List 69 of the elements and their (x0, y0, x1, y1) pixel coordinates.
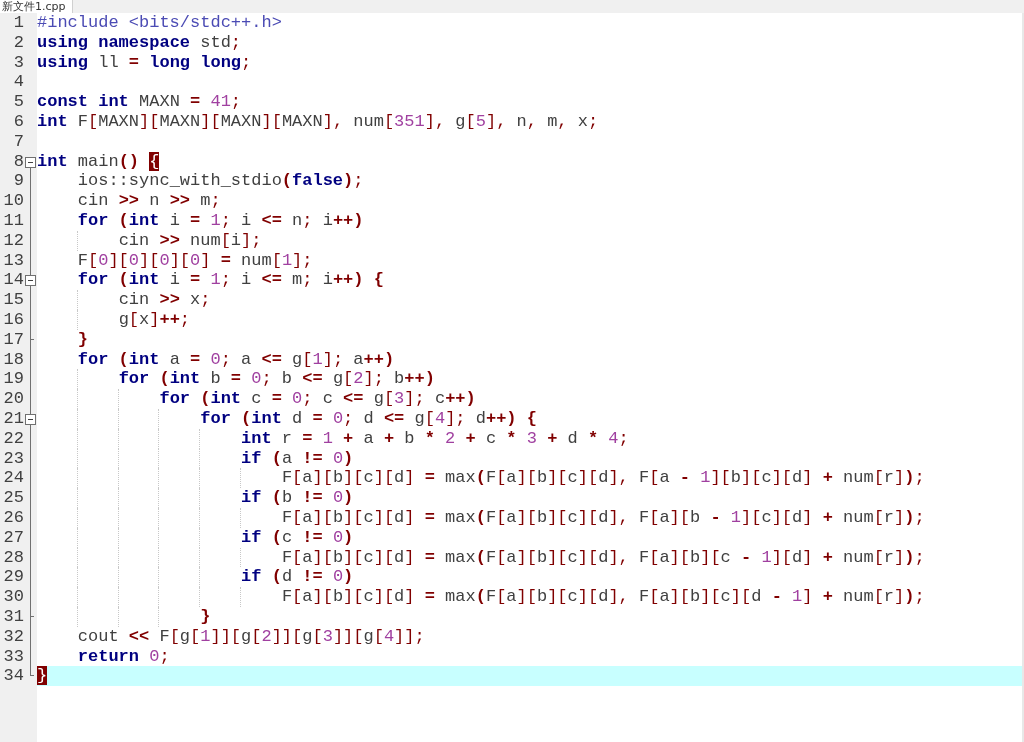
line-number: 33 (2, 646, 24, 667)
code-line: for (int d = 0; d <= g[4]; d++) { (37, 408, 537, 429)
line-number: 19 (2, 369, 24, 390)
line-number: 3 (12, 52, 24, 73)
line-number: 16 (2, 309, 24, 330)
code-line: cin >> num[i]; (37, 230, 262, 251)
code-line: F[a][b][c][d] = max(F[a][b][c][d], F[a][b - 1][c][d] + num[r]); (37, 507, 925, 528)
code-line: F[a][b][c][d] = max(F[a][b][c][d], F[a - 1][b][c][d] + num[r]); (37, 468, 925, 489)
code-line: for (int i = 1; i <= m; i++) { (76, 270, 384, 291)
line-number: 8 (12, 151, 24, 172)
code-line: F[0][0][0][0] = num[1]; (76, 250, 313, 271)
line-number: 20 (2, 389, 24, 409)
line-number: 4 (12, 72, 24, 93)
line-number: 10 (2, 191, 24, 211)
line-number: 34 (2, 666, 24, 687)
line-number: 7 (12, 131, 24, 152)
line-number: 24 (2, 468, 24, 489)
code-line: const int MAXN = 41; (37, 92, 242, 112)
line-number: 6 (12, 112, 24, 132)
line-number: 5 (12, 92, 24, 112)
code-line: #include <bits/stdc++.h> (37, 13, 282, 33)
line-number: 15 (2, 290, 24, 310)
code-line: if (a != 0) (37, 448, 354, 469)
code-line: F[a][b][c][d] = max(F[a][b][c][d], F[a][b][c][d - 1] + num[r]); (37, 587, 925, 607)
line-number: 30 (2, 587, 24, 607)
code-line: for (int c = 0; c <= g[3]; c++) (37, 389, 476, 409)
code-line: cin >> n >> m; (76, 191, 221, 211)
line-number: 32 (2, 626, 24, 647)
line-number: 9 (12, 171, 24, 192)
code-line: using ll = long long; (37, 52, 252, 73)
code-line: if (b != 0) (37, 488, 354, 508)
line-number: 28 (2, 547, 24, 568)
line-number: 29 (2, 567, 24, 588)
line-number: 26 (2, 507, 24, 528)
code-line: for (int a = 0; a <= g[1]; a++) (76, 349, 395, 370)
line-number: 2 (12, 32, 24, 53)
code-line: cin >> x; (37, 290, 211, 310)
line-number: 27 (2, 527, 24, 548)
code-line: } (37, 606, 211, 627)
line-number: 25 (2, 488, 24, 508)
code-line: if (c != 0) (37, 527, 354, 548)
file-tab[interactable]: 新文件1.cpp (0, 0, 73, 13)
code-line: return 0; (76, 646, 170, 667)
code-line: g[x]++; (37, 309, 191, 330)
line-number: 23 (2, 448, 24, 469)
code-line: using namespace std; (37, 32, 242, 53)
line-number: 17 (2, 329, 24, 350)
code-line: int main() { (37, 151, 160, 172)
line-number: 1 (12, 13, 24, 33)
code-line: } (76, 329, 88, 350)
collapse-icon[interactable] (25, 275, 36, 287)
line-number: 11 (2, 210, 24, 231)
line-number: 12 (2, 230, 24, 251)
line-number: 22 (2, 428, 24, 449)
code-line: int r = 1 + a + b * 2 + c * 3 + d * 4; (37, 428, 629, 449)
line-number: 18 (2, 349, 24, 370)
code-line: cout << F[g[1]][g[2]][g[3]][g[4]]; (76, 626, 425, 647)
code-line: ios::sync_with_stdio(false); (76, 171, 364, 192)
code-line: for (int i = 1; i <= n; i++) (76, 210, 364, 231)
code-line: if (d != 0) (37, 567, 354, 588)
code-line: F[a][b][c][d] = max(F[a][b][c][d], F[a][b][c - 1][d] + num[r]); (37, 547, 925, 568)
line-number: 14 (2, 270, 24, 291)
code-line: for (int b = 0; b <= g[2]; b++) (37, 369, 435, 390)
code-line: int F[MAXN][MAXN][MAXN][MAXN], num[351], g[5], n, m, x; (37, 112, 599, 132)
line-number: 31 (2, 606, 24, 627)
line-number: 13 (2, 250, 24, 271)
line-number: 21 (2, 408, 24, 429)
collapse-icon[interactable] (25, 156, 36, 168)
collapse-icon[interactable] (25, 413, 36, 425)
